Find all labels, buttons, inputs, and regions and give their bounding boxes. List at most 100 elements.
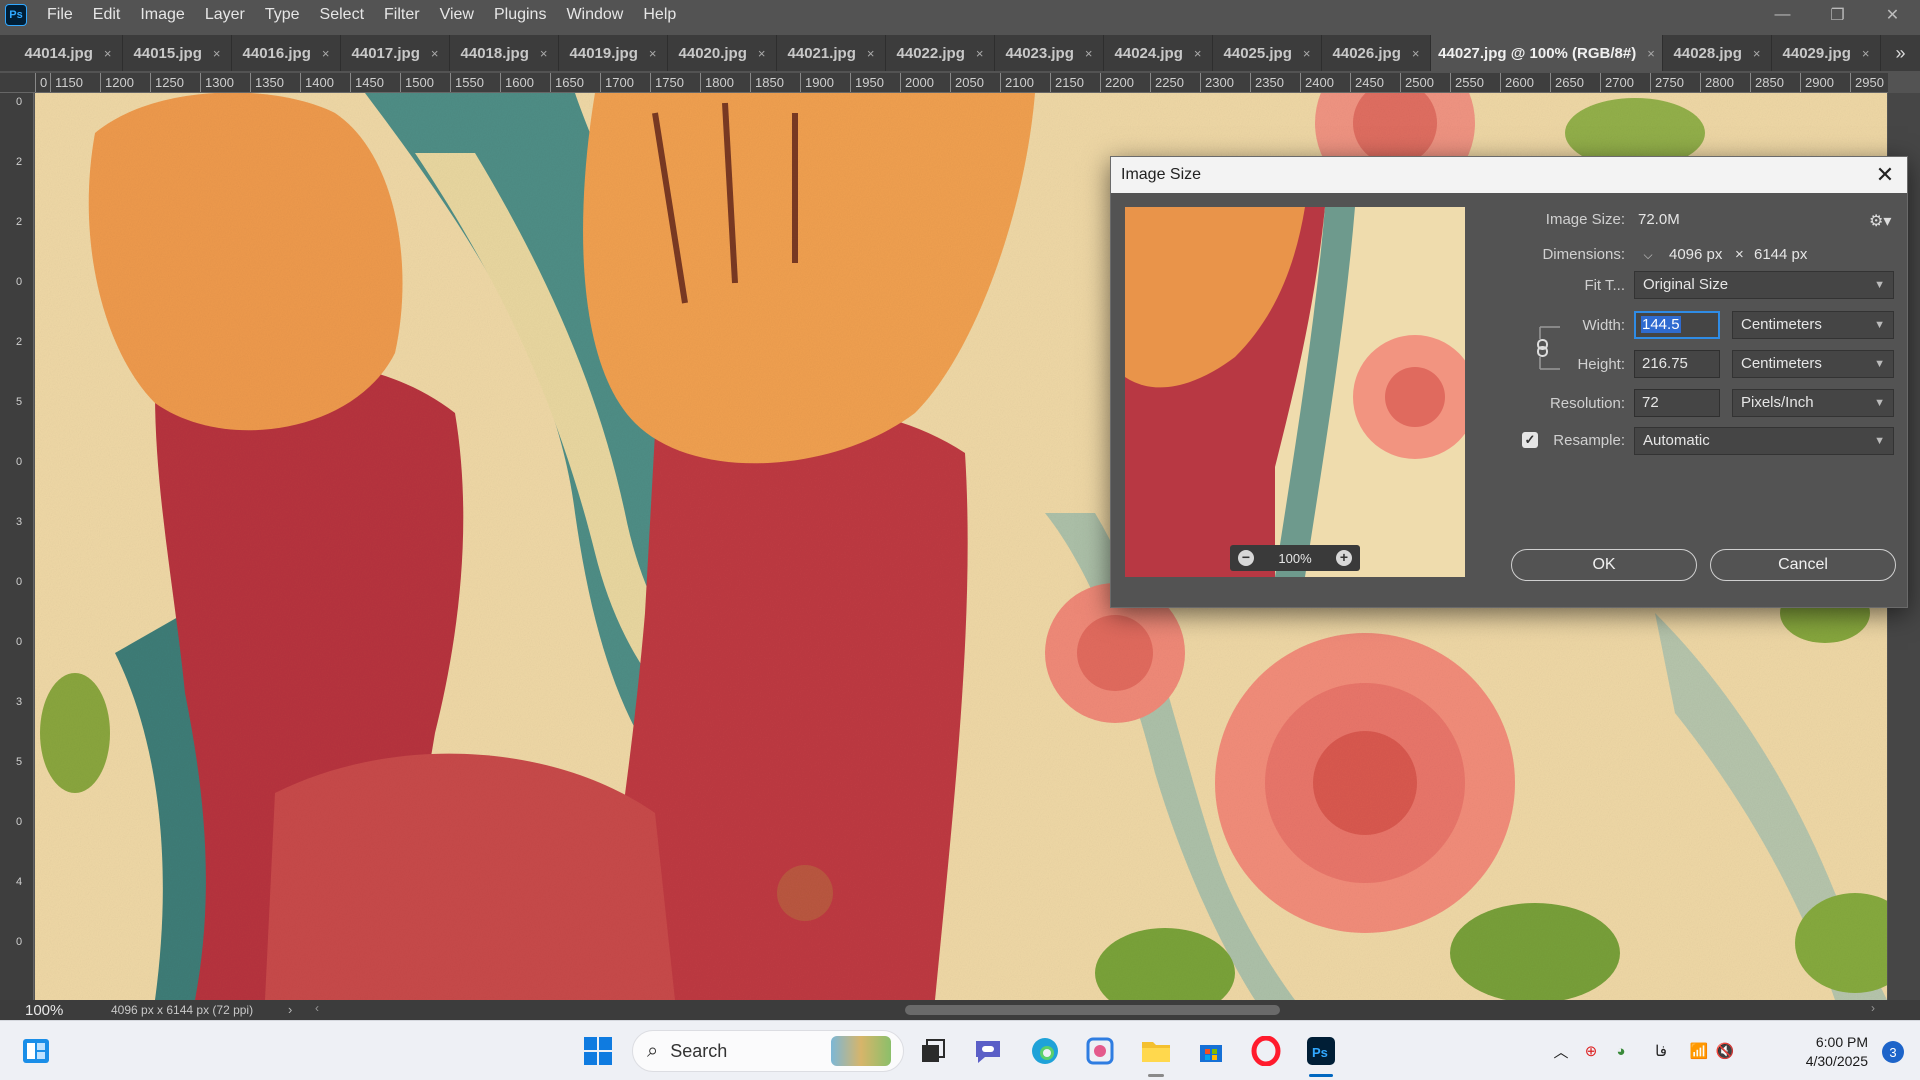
document-tab[interactable]: 44016.jpg × — [232, 35, 341, 71]
globe-icon[interactable]: ◕ — [1610, 1040, 1632, 1062]
chevron-up-icon[interactable]: ︿ — [1550, 1040, 1572, 1062]
resolution-unit-dropdown[interactable]: Pixels/Inch ▼ — [1732, 389, 1894, 417]
vertical-ruler[interactable]: 0 2 2 0 2 5 0 3 0 0 3 5 0 4 0 — [0, 93, 34, 1000]
width-input[interactable]: 144.5 — [1634, 311, 1720, 339]
horizontal-scroll-thumb[interactable] — [905, 1005, 1280, 1015]
tab-close-icon[interactable]: × — [758, 46, 766, 61]
document-tab[interactable]: 44025.jpg × — [1213, 35, 1322, 71]
tab-close-icon[interactable]: × — [104, 46, 112, 61]
document-tab[interactable]: 44014.jpg × — [14, 35, 123, 71]
tab-close-icon[interactable]: × — [1862, 46, 1870, 61]
menu-edit[interactable]: Edit — [83, 0, 131, 29]
document-tab[interactable]: 44026.jpg × — [1322, 35, 1431, 71]
clock[interactable]: 6:00 PM 4/30/2025 — [1806, 1033, 1868, 1071]
document-tab[interactable]: 44029.jpg × — [1772, 35, 1881, 71]
tab-close-icon[interactable]: × — [1412, 46, 1420, 61]
document-tab[interactable]: 44019.jpg × — [559, 35, 668, 71]
menu-window[interactable]: Window — [556, 0, 633, 29]
cancel-button[interactable]: Cancel — [1710, 549, 1896, 581]
widgets-icon[interactable] — [18, 1033, 54, 1069]
document-tab[interactable]: 44021.jpg × — [777, 35, 886, 71]
image-size-dialog: Image Size ✕ − 100% + Image Size: 72.0M … — [1110, 156, 1908, 608]
ok-button[interactable]: OK — [1511, 549, 1697, 581]
horizontal-scrollbar[interactable]: ‹ › — [315, 1001, 1875, 1017]
screen-capture-icon[interactable] — [1082, 1033, 1118, 1069]
document-tab[interactable]: 44024.jpg × — [1104, 35, 1213, 71]
tab-close-icon[interactable]: × — [867, 46, 875, 61]
taskbar-search-box[interactable]: ⌕ Search — [632, 1030, 904, 1072]
tab-close-icon[interactable]: × — [322, 46, 330, 61]
document-tab[interactable]: 44015.jpg × — [123, 35, 232, 71]
windows-start-icon[interactable] — [580, 1033, 616, 1069]
task-view-icon[interactable] — [915, 1033, 951, 1069]
document-tab[interactable]: 44022.jpg × — [886, 35, 995, 71]
minimize-icon[interactable]: — — [1755, 0, 1810, 29]
tab-close-icon[interactable]: × — [1303, 46, 1311, 61]
document-tab[interactable]: 44018.jpg × — [450, 35, 559, 71]
document-tab[interactable]: 44028.jpg × — [1663, 35, 1772, 71]
dialog-close-icon[interactable]: ✕ — [1873, 162, 1897, 187]
microsoft-store-icon[interactable] — [1193, 1033, 1229, 1069]
status-more-icon[interactable]: › — [288, 1002, 292, 1017]
document-tab[interactable]: 44023.jpg × — [995, 35, 1104, 71]
wifi-icon[interactable]: 📶 — [1688, 1040, 1710, 1062]
tab-close-icon[interactable]: × — [976, 46, 984, 61]
ruler-tick-label: 0 — [15, 96, 23, 108]
ruler-tick-label: 2 — [15, 156, 23, 168]
height-unit-dropdown[interactable]: Centimeters ▼ — [1732, 350, 1894, 378]
tab-close-icon[interactable]: × — [1194, 46, 1202, 61]
notification-badge[interactable]: 3 — [1882, 1041, 1904, 1063]
tab-close-icon[interactable]: × — [431, 46, 439, 61]
menu-filter[interactable]: Filter — [374, 0, 430, 29]
horizontal-ruler[interactable]: 0 1150 1200 1250 1300 1350 1400 1450 1500 1550 160… — [0, 73, 1888, 93]
close-window-icon[interactable]: ✕ — [1865, 0, 1920, 29]
zoom-in-icon[interactable]: + — [1336, 550, 1352, 566]
menu-plugins[interactable]: Plugins — [484, 0, 556, 29]
tab-overflow-icon[interactable]: » — [1881, 35, 1920, 71]
language-indicator[interactable]: فا — [1650, 1040, 1672, 1062]
width-label: Width: — [1582, 317, 1625, 334]
tab-close-icon[interactable]: × — [1753, 46, 1761, 61]
zoom-out-icon[interactable]: − — [1238, 550, 1254, 566]
tab-close-icon[interactable]: × — [649, 46, 657, 61]
status-bar: 100% 4096 px x 6144 px (72 ppi) › ‹ › — [0, 1000, 1920, 1020]
opera-browser-icon[interactable] — [1248, 1033, 1284, 1069]
gear-icon[interactable]: ⚙▾ — [1869, 211, 1893, 230]
height-input[interactable]: 216.75 — [1634, 350, 1720, 378]
width-unit-dropdown[interactable]: Centimeters ▼ — [1732, 311, 1894, 339]
photoshop-taskbar-icon[interactable]: Ps — [1303, 1033, 1339, 1069]
speaker-muted-icon[interactable]: 🔇 — [1714, 1040, 1736, 1062]
teams-chat-icon[interactable] — [970, 1033, 1006, 1069]
fit-to-dropdown[interactable]: Original Size ▼ — [1634, 271, 1894, 299]
vpn-icon[interactable]: ⊕ — [1580, 1040, 1602, 1062]
menu-image[interactable]: Image — [130, 0, 194, 29]
document-tab-active[interactable]: 44027.jpg @ 100% (RGB/8#) × — [1431, 35, 1663, 71]
menu-select[interactable]: Select — [310, 0, 374, 29]
document-tab[interactable]: 44017.jpg × — [341, 35, 450, 71]
document-tab[interactable]: 44020.jpg × — [668, 35, 777, 71]
ruler-tick-label: 2850 — [1750, 73, 1784, 92]
menu-layer[interactable]: Layer — [195, 0, 255, 29]
image-preview[interactable]: − 100% + — [1125, 207, 1465, 577]
menu-view[interactable]: View — [430, 0, 484, 29]
tab-close-icon[interactable]: × — [540, 46, 548, 61]
ruler-tick-label: 2 — [15, 336, 23, 348]
menu-type[interactable]: Type — [255, 0, 310, 29]
tab-close-icon[interactable]: × — [1647, 46, 1655, 61]
resolution-input[interactable]: 72 — [1634, 389, 1720, 417]
resample-checkbox[interactable]: ✓ — [1522, 432, 1538, 448]
scroll-left-icon[interactable]: ‹ — [315, 1001, 319, 1015]
scroll-right-icon[interactable]: › — [1871, 1001, 1875, 1015]
edge-browser-icon[interactable] — [1027, 1033, 1063, 1069]
chevron-down-icon[interactable]: ⌵ — [1638, 245, 1658, 265]
dialog-title-bar[interactable]: Image Size — [1111, 157, 1907, 193]
file-explorer-icon[interactable] — [1138, 1033, 1174, 1069]
tab-close-icon[interactable]: × — [213, 46, 221, 61]
menu-help[interactable]: Help — [633, 0, 686, 29]
menu-file[interactable]: File — [37, 0, 83, 29]
ruler-tick-label: 1350 — [250, 73, 284, 92]
restore-icon[interactable]: ❐ — [1810, 0, 1865, 29]
status-zoom-level[interactable]: 100% — [0, 1002, 75, 1019]
tab-close-icon[interactable]: × — [1085, 46, 1093, 61]
resample-dropdown[interactable]: Automatic ▼ — [1634, 427, 1894, 455]
